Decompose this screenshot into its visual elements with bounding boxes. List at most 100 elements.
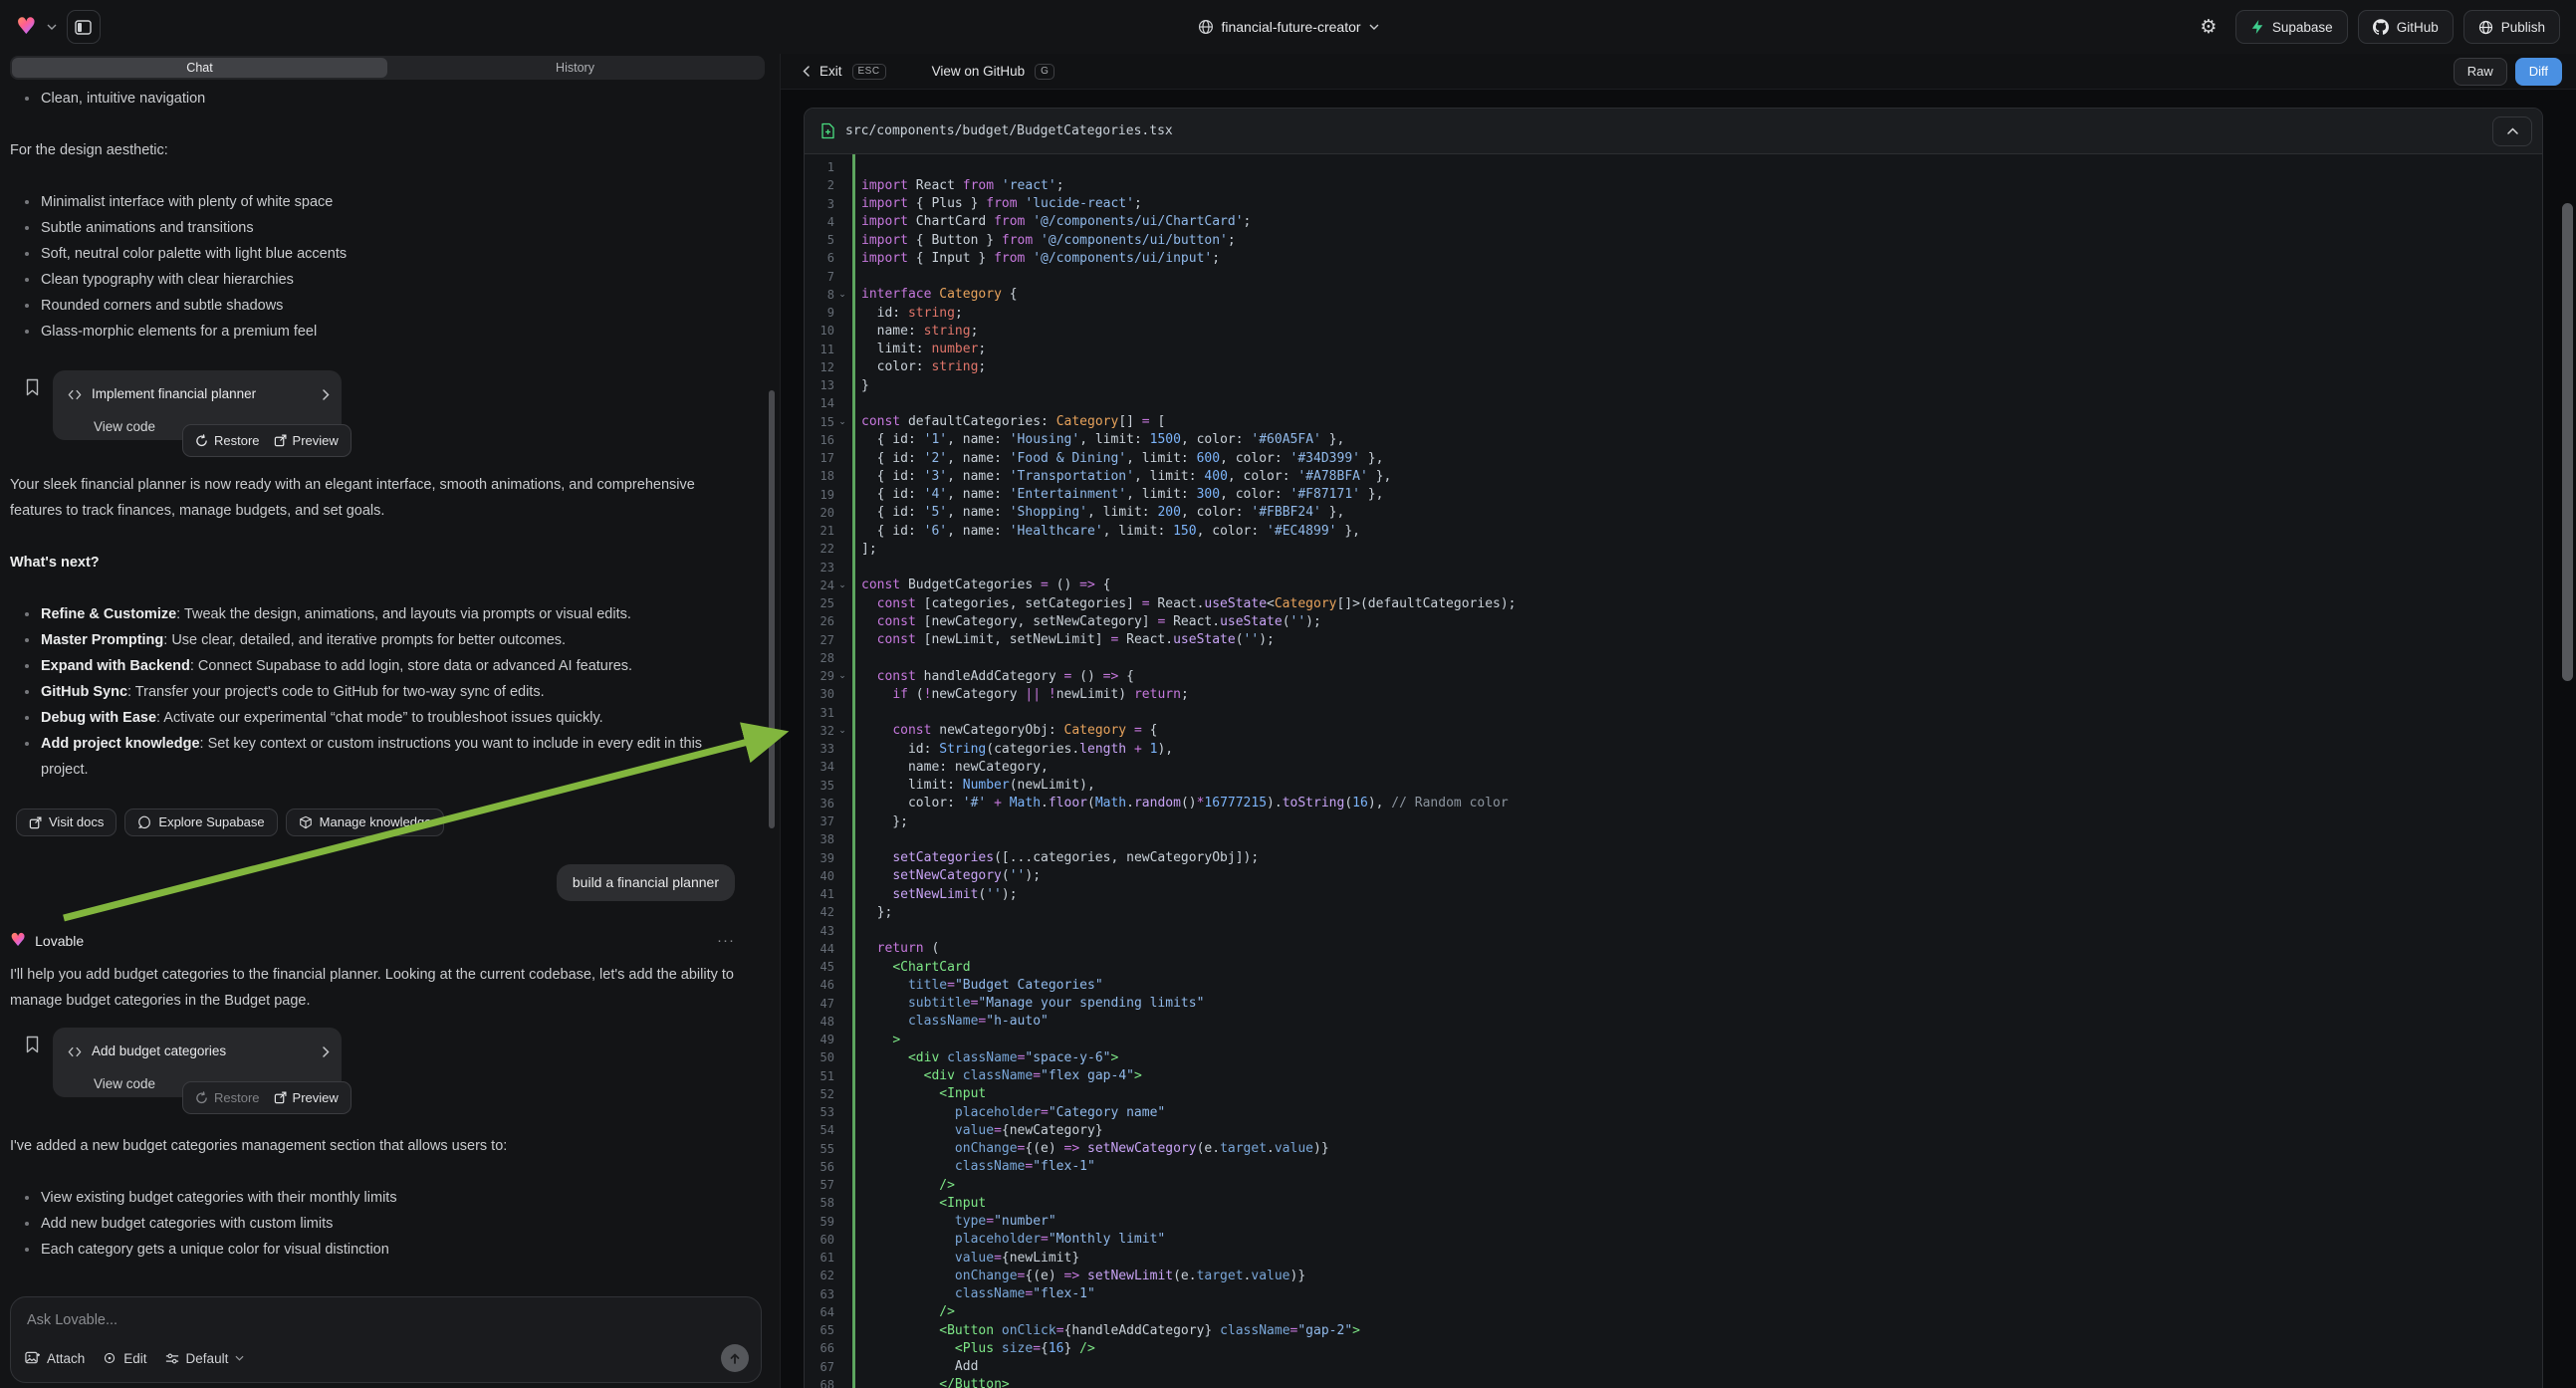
app-window: ♥ financial-future-creator ⚙ Supabase Gi… xyxy=(0,0,2576,1388)
list-item: Clean, intuitive navigation xyxy=(10,86,735,112)
file-card: src/components/budget/BudgetCategories.t… xyxy=(804,108,2543,1388)
chat-messages: Clean, intuitive navigation For the desi… xyxy=(10,86,735,1292)
code-line: 62 onChange={(e) => setNewLimit(e.target… xyxy=(805,1267,2542,1284)
external-link-icon xyxy=(274,1091,287,1104)
raw-toggle-button[interactable]: Raw xyxy=(2454,58,2507,86)
code-line: 56 className="flex-1" xyxy=(805,1158,2542,1176)
chat-scrollbar[interactable] xyxy=(769,390,775,828)
prompt-input[interactable] xyxy=(27,1312,747,1328)
code-line: 32⌄ const newCategoryObj: Category = { xyxy=(805,722,2542,740)
g-key-badge: G xyxy=(1035,64,1054,80)
file-added-icon xyxy=(820,122,835,139)
intro-bullet-list: Clean, intuitive navigation xyxy=(10,86,735,112)
publish-button[interactable]: Publish xyxy=(2463,10,2560,44)
code-line: 18 { id: '3', name: 'Transportation', li… xyxy=(805,467,2542,485)
code-line: 35 limit: Number(newLimit), xyxy=(805,777,2542,795)
code-line: 64 /> xyxy=(805,1303,2542,1321)
version-card-add-budget-categories[interactable]: Add budget categories View code Restore … xyxy=(53,1028,342,1097)
external-link-icon xyxy=(274,434,287,447)
explore-supabase-button[interactable]: Explore Supabase xyxy=(124,809,277,836)
code-line: 24⌄const BudgetCategories = () => { xyxy=(805,577,2542,594)
send-button[interactable] xyxy=(721,1344,749,1372)
restore-icon xyxy=(195,434,208,447)
code-line: 38 xyxy=(805,830,2542,848)
visit-docs-button[interactable]: Visit docs xyxy=(16,809,117,836)
visit-docs-label: Visit docs xyxy=(49,810,104,835)
code-line: 54 value={newCategory} xyxy=(805,1121,2542,1139)
lovable-logo-icon[interactable]: ♥ xyxy=(16,16,37,39)
code-line: 60 placeholder="Monthly limit" xyxy=(805,1231,2542,1249)
file-header[interactable]: src/components/budget/BudgetCategories.t… xyxy=(805,109,2542,154)
design-heading: For the design aesthetic: xyxy=(10,137,735,163)
code-line: 44 return ( xyxy=(805,940,2542,958)
added-bullet-list: View existing budget categories with the… xyxy=(10,1185,735,1263)
tab-history[interactable]: History xyxy=(387,58,763,78)
code-line: 8⌄interface Category { xyxy=(805,286,2542,304)
code-icon xyxy=(68,388,82,401)
bookmark-icon[interactable] xyxy=(25,378,40,440)
restore-button[interactable]: Restore xyxy=(195,428,260,454)
code-line: 52 <Input xyxy=(805,1085,2542,1103)
diff-added-strip xyxy=(852,154,855,1388)
chevron-down-icon[interactable] xyxy=(47,24,57,30)
image-icon xyxy=(25,1351,40,1365)
code-scrollbar[interactable] xyxy=(2562,203,2573,681)
code-line: 53 placeholder="Category name" xyxy=(805,1103,2542,1121)
settings-button[interactable]: ⚙ xyxy=(2192,10,2225,44)
preview-label: Preview xyxy=(293,1085,339,1111)
version-actions: Restore Preview xyxy=(182,1081,351,1114)
code-line: 34 name: newCategory, xyxy=(805,758,2542,776)
code-line: 11 limit: number; xyxy=(805,341,2542,358)
code-line: 36 color: '#' + Math.floor(Math.random()… xyxy=(805,795,2542,812)
list-item: Each category gets a unique color for vi… xyxy=(10,1237,735,1263)
code-line: 2import React from 'react'; xyxy=(805,176,2542,194)
sidebar-toggle-button[interactable] xyxy=(67,10,101,44)
list-item: Add project knowledge: Set key context o… xyxy=(10,731,735,783)
diff-toggle-button[interactable]: Diff xyxy=(2515,58,2562,86)
manage-knowledge-button[interactable]: Manage knowledge xyxy=(286,809,445,836)
chevron-up-icon xyxy=(2507,127,2518,134)
tab-chat[interactable]: Chat xyxy=(12,58,387,78)
restore-label: Restore xyxy=(214,428,260,454)
list-item: Debug with Ease: Activate our experiment… xyxy=(10,705,735,731)
exit-button[interactable]: Exit xyxy=(820,64,842,79)
project-switcher[interactable]: financial-future-creator xyxy=(1197,0,1378,54)
publish-label: Publish xyxy=(2501,20,2545,35)
version-row-2: Add budget categories View code Restore … xyxy=(25,1028,735,1097)
version-title: Add budget categories xyxy=(92,1039,313,1064)
edit-button[interactable]: Edit xyxy=(103,1351,146,1366)
code-line: 27 const [newLimit, setNewLimit] = React… xyxy=(805,631,2542,649)
assistant-paragraph: Your sleek financial planner is now read… xyxy=(10,472,735,524)
bookmark-icon[interactable] xyxy=(25,1036,40,1097)
supabase-button[interactable]: Supabase xyxy=(2235,10,2348,44)
code-lines: 12import React from 'react';3import { Pl… xyxy=(805,158,2542,1388)
chat-panel: Chat History Clean, intuitive navigation… xyxy=(0,54,780,1388)
code-line: 4import ChartCard from '@/components/ui/… xyxy=(805,213,2542,231)
code-line: 17 { id: '2', name: 'Food & Dining', lim… xyxy=(805,449,2542,467)
chat-history-tabs: Chat History xyxy=(10,56,765,80)
restore-label: Restore xyxy=(214,1085,260,1111)
restore-button[interactable]: Restore xyxy=(195,1085,260,1111)
code-line: 22]; xyxy=(805,540,2542,558)
list-item: GitHub Sync: Transfer your project's cod… xyxy=(10,679,735,705)
code-line: 45 <ChartCard xyxy=(805,958,2542,976)
code-line: 51 <div className="flex gap-4"> xyxy=(805,1067,2542,1085)
code-line: 30 if (!newCategory || !newLimit) return… xyxy=(805,685,2542,703)
view-on-github-link[interactable]: View on GitHub xyxy=(932,64,1026,79)
message-menu-button[interactable]: ··· xyxy=(717,928,735,954)
attach-button[interactable]: Attach xyxy=(25,1351,85,1366)
github-button[interactable]: GitHub xyxy=(2358,10,2454,44)
code-line: 57 /> xyxy=(805,1176,2542,1194)
preview-button[interactable]: Preview xyxy=(274,1085,339,1111)
mode-selector[interactable]: Default xyxy=(165,1351,245,1366)
version-row-1: Implement financial planner View code Re… xyxy=(25,370,735,440)
project-name: financial-future-creator xyxy=(1221,19,1360,35)
next-steps-list: Refine & Customize: Tweak the design, an… xyxy=(10,601,735,783)
code-line: 67 Add xyxy=(805,1358,2542,1376)
version-card-implement-financial-planner[interactable]: Implement financial planner View code Re… xyxy=(53,370,342,440)
code-editor[interactable]: 12import React from 'react';3import { Pl… xyxy=(805,154,2542,1388)
list-item: Minimalist interface with plenty of whit… xyxy=(10,189,735,215)
preview-button[interactable]: Preview xyxy=(274,428,339,454)
list-item: Glass-morphic elements for a premium fee… xyxy=(10,319,735,345)
collapse-file-button[interactable] xyxy=(2492,116,2532,146)
